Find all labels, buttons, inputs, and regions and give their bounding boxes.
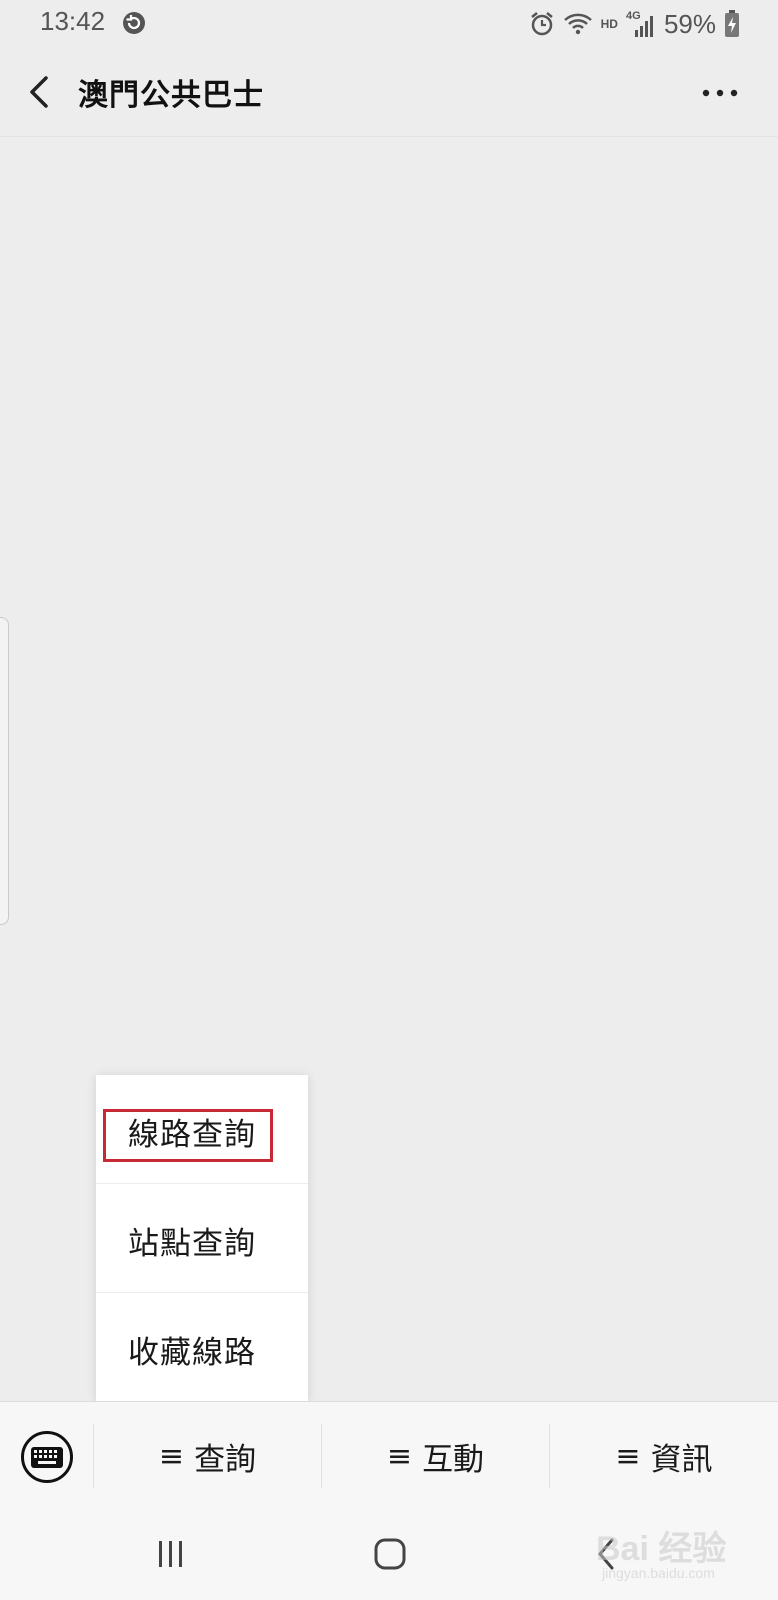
signal-icon: 4G (626, 10, 656, 38)
menu-item-label: 收藏線路 (128, 1335, 256, 1371)
network-label: HD (600, 17, 618, 31)
tab-interaction[interactable]: ≡ 互動 (322, 1402, 549, 1510)
menu-lines-icon: ≡ (615, 1438, 641, 1474)
battery-percentage: 59% (663, 8, 716, 39)
status-icons: HD 4G 59% (529, 8, 740, 40)
alarm-icon (530, 12, 553, 36)
menu-item-favorite-routes[interactable]: 收藏線路 (96, 1293, 308, 1401)
more-dots-icon[interactable] (702, 88, 738, 98)
watermark-logo: Bai 经验 (596, 1530, 727, 1568)
status-time: 13:42 (40, 6, 106, 36)
sync-icon (123, 12, 145, 34)
highlight-annotation-box (103, 1109, 273, 1162)
tab-info[interactable]: ≡ 資訊 (550, 1402, 778, 1510)
menu-item-stop-search[interactable]: 站點查詢 (96, 1184, 308, 1292)
tab-query[interactable]: ≡ 查詢 (94, 1402, 321, 1510)
bottom-menu-bar: ≡ 查詢 ≡ 互動 ≡ 資訊 (0, 1401, 778, 1510)
title-bar: 澳門公共巴士 (0, 48, 778, 137)
tab-label: 查詢 (194, 1441, 257, 1478)
watermark-url: jingyan.baidu.com (602, 1565, 715, 1581)
tab-label: 資訊 (650, 1441, 713, 1478)
menu-lines-icon: ≡ (158, 1438, 185, 1474)
recents-icon[interactable] (156, 1539, 186, 1569)
keyboard-icon[interactable] (20, 1430, 74, 1484)
page-title: 澳門公共巴士 (78, 78, 264, 113)
tab-label: 互動 (422, 1441, 485, 1478)
menu-item-label: 站點查詢 (128, 1226, 256, 1262)
wifi-icon (563, 13, 592, 35)
menu-lines-icon: ≡ (386, 1438, 413, 1474)
status-bar: 13:42 HD 4G 59% (0, 0, 778, 48)
side-drawer-handle[interactable] (0, 617, 9, 925)
battery-icon (725, 10, 739, 37)
watermark: Bai 经验 jingyan.baidu.com (596, 1521, 766, 1591)
chevron-left-icon[interactable] (22, 72, 58, 112)
home-icon[interactable] (374, 1538, 406, 1570)
system-nav-bar: Bai 经验 jingyan.baidu.com (0, 1509, 778, 1600)
